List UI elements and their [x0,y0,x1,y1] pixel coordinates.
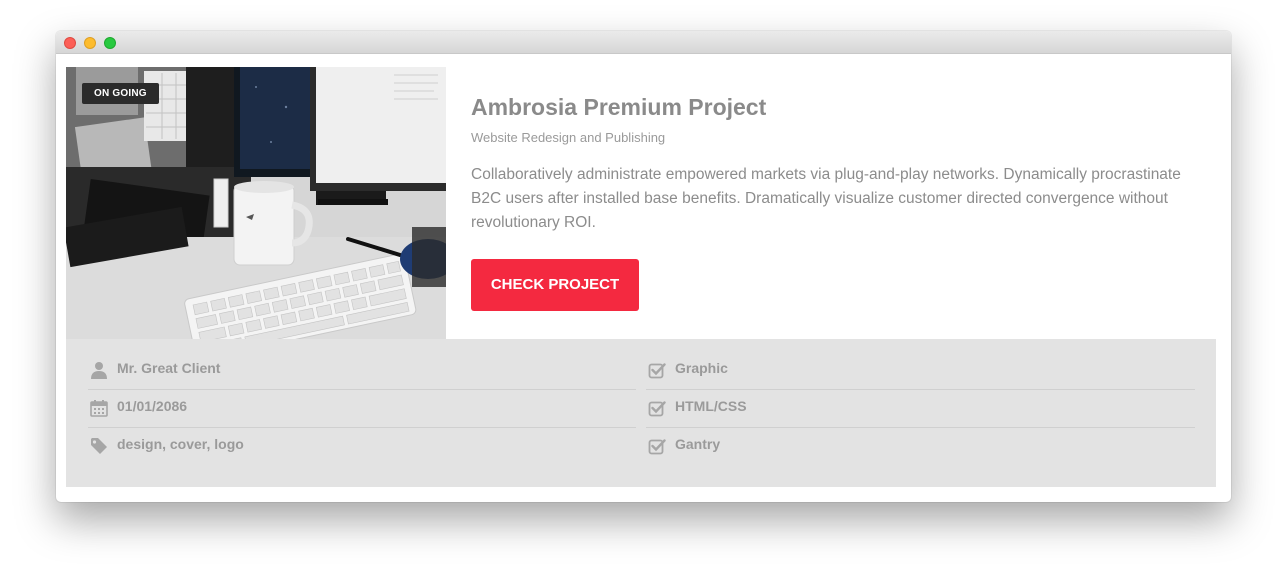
meta-tags-row: design, cover, logo [88,427,636,465]
meta-client-row: Mr. Great Client [88,351,636,390]
desk-photo-illustration [66,67,446,339]
project-card: ON GOING Ambrosia Premium Project Websit… [66,67,1216,487]
meta-skill-row: Graphic [646,351,1195,390]
browser-window: ON GOING Ambrosia Premium Project Websit… [56,31,1231,502]
status-badge: ON GOING [82,83,159,104]
meta-skill-text: Graphic [675,360,728,376]
check-square-icon [648,439,666,455]
tag-icon [91,438,107,454]
check-square-icon [648,401,666,417]
meta-client-text: Mr. Great Client [117,360,221,376]
window-titlebar [56,31,1231,54]
project-title: Ambrosia Premium Project [471,94,767,120]
meta-skill-text: Gantry [675,436,721,452]
meta-date-row: 01/01/2086 [88,389,636,428]
meta-skill-row: HTML/CSS [646,389,1195,428]
calendar-icon [90,400,108,417]
project-meta-panel: Mr. Great Client 01/01/2086 design, cove… [66,339,1216,487]
project-image: ON GOING [66,67,446,339]
check-project-button[interactable]: CHECK PROJECT [471,259,639,311]
meta-tags-text: design, cover, logo [117,436,244,452]
project-description: Collaboratively administrate empowered m… [471,166,1181,231]
meta-skill-text: HTML/CSS [675,398,747,414]
check-square-icon [648,363,666,379]
maximize-window-button[interactable] [104,37,116,49]
project-subtitle: Website Redesign and Publishing [471,130,666,145]
user-icon [91,362,107,379]
minimize-window-button[interactable] [84,37,96,49]
meta-date-text: 01/01/2086 [117,398,188,414]
meta-skill-row: Gantry [646,427,1195,465]
close-window-button[interactable] [64,37,76,49]
